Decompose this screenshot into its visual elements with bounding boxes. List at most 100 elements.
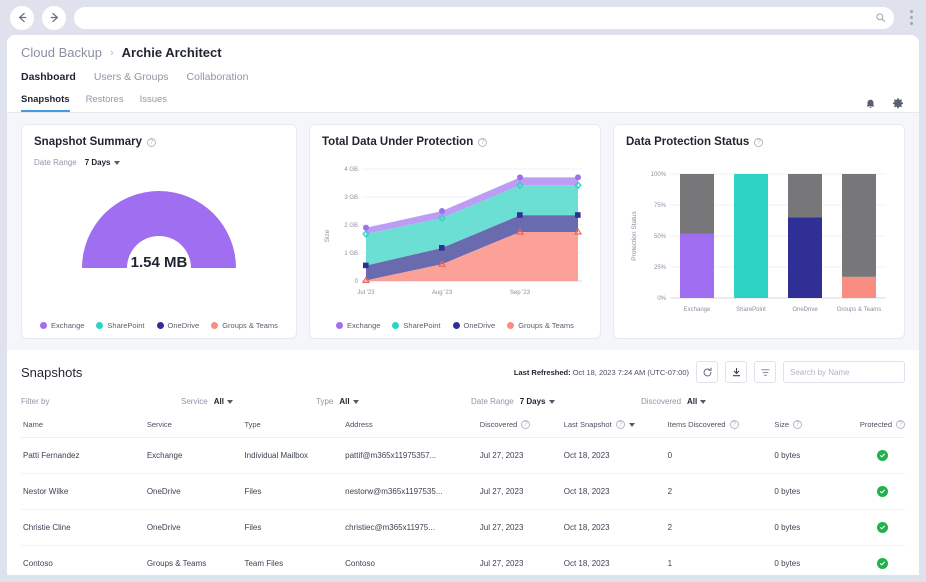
table-row[interactable]: Nestor Wilke OneDrive Files nestorw@m365…: [21, 473, 905, 510]
bar-exchange-unprotected: [680, 174, 714, 234]
card-title: Total Data Under Protection ?: [322, 136, 588, 148]
svg-text:0%: 0%: [657, 296, 666, 302]
column-label: Discovered: [479, 420, 518, 429]
card-data-protection-status: Data Protection Status ? Protection Stat…: [613, 124, 905, 339]
filter-button[interactable]: [754, 361, 776, 383]
chevron-down-icon: [226, 399, 233, 404]
download-button[interactable]: [725, 361, 747, 383]
legend-item-sharepoint[interactable]: SharePoint: [392, 321, 441, 330]
legend-item-exchange[interactable]: Exchange: [40, 321, 84, 330]
cell-name: Christie Cline: [21, 509, 147, 546]
column-header-items-discovered[interactable]: Items Discovered ?: [667, 416, 775, 438]
search-box[interactable]: [783, 361, 905, 383]
legend-item-onedrive[interactable]: OneDrive: [156, 321, 199, 330]
legend-label: SharePoint: [107, 321, 145, 330]
kebab-dot: [909, 16, 913, 19]
filter-date-range-dropdown[interactable]: 7 Days: [520, 397, 555, 406]
help-icon[interactable]: ?: [793, 420, 803, 429]
filter-discovered-dropdown[interactable]: All: [687, 397, 707, 406]
subtab-restores[interactable]: Restores: [86, 94, 124, 112]
chevron-down-icon: [548, 399, 555, 404]
svg-text:100%: 100%: [651, 172, 667, 178]
card-title: Data Protection Status ?: [626, 136, 892, 148]
application-window: Cloud Backup › Archie Architect Dashboar…: [7, 35, 919, 575]
card-title: Snapshot Summary ?: [34, 136, 284, 148]
cell-size: 0 bytes: [774, 437, 860, 474]
column-label: Type: [244, 420, 261, 429]
legend-item-groups-teams[interactable]: Groups & Teams: [507, 321, 574, 330]
subtab-issues[interactable]: Issues: [140, 94, 167, 112]
help-icon[interactable]: ?: [615, 420, 625, 429]
browser-forward-button[interactable]: [42, 5, 66, 30]
arrow-right-icon: [50, 12, 58, 23]
legend-item-groups-teams[interactable]: Groups & Teams: [211, 321, 278, 330]
help-icon[interactable]: ?: [729, 420, 739, 429]
table-header: Name Service Type Address Discovered ? L…: [21, 416, 905, 438]
cell-name: Patti Fernandez: [21, 437, 147, 474]
cell-address: Contoso: [345, 545, 480, 575]
address-bar[interactable]: [74, 6, 894, 29]
svg-text:4 GB: 4 GB: [344, 167, 358, 173]
column-header-service[interactable]: Service: [146, 416, 245, 438]
last-refreshed-label: Last Refreshed:: [513, 367, 571, 377]
filter-service[interactable]: Service All: [181, 397, 316, 406]
legend-item-sharepoint[interactable]: SharePoint: [96, 321, 145, 330]
cell-discovered: Jul 27, 2023: [479, 473, 564, 510]
column-label: Last Snapshot: [563, 420, 612, 429]
table-row[interactable]: Christie Cline OneDrive Files christiec@…: [21, 509, 905, 546]
svg-text:3 GB: 3 GB: [344, 195, 358, 201]
tab-collaboration[interactable]: Collaboration: [187, 71, 249, 85]
help-icon[interactable]: ?: [521, 420, 531, 429]
column-header-type[interactable]: Type: [244, 416, 346, 438]
filter-type-dropdown[interactable]: All: [339, 397, 359, 406]
x-axis-ticks: Jul '23 Aug '23 Sep '23: [357, 290, 530, 296]
svg-text:Aug '23: Aug '23: [432, 290, 453, 296]
column-header-discovered[interactable]: Discovered ?: [479, 416, 564, 438]
sort-descending-icon[interactable]: [628, 422, 635, 427]
help-icon[interactable]: ?: [147, 137, 156, 147]
tab-users-groups[interactable]: Users & Groups: [94, 71, 169, 85]
column-header-last-snapshot[interactable]: Last Snapshot ?: [563, 416, 668, 438]
column-header-name[interactable]: Name: [21, 416, 147, 438]
help-icon[interactable]: ?: [478, 137, 488, 147]
bar-groups-teams-protected: [842, 276, 876, 298]
legend-label: Exchange: [51, 321, 85, 330]
filter-service-dropdown[interactable]: All: [214, 397, 233, 406]
filter-type-value: All: [339, 397, 350, 406]
column-header-protected[interactable]: Protected ?: [859, 416, 905, 438]
filter-type[interactable]: Type All: [316, 397, 471, 406]
legend-swatch-icon: [392, 322, 400, 329]
refresh-button[interactable]: [696, 361, 718, 383]
legend-item-exchange[interactable]: Exchange: [336, 321, 380, 330]
column-header-size[interactable]: Size ?: [774, 416, 860, 438]
protected-check-icon: [876, 522, 888, 533]
legend-item-onedrive[interactable]: OneDrive: [452, 321, 495, 330]
browser-menu-button[interactable]: [902, 6, 920, 30]
search-input[interactable]: [790, 367, 900, 377]
bar-sharepoint-protected: [734, 174, 768, 298]
filter-discovered[interactable]: Discovered All: [641, 397, 707, 406]
column-header-address[interactable]: Address: [345, 416, 480, 438]
refresh-icon: [703, 367, 712, 376]
date-range-dropdown[interactable]: 7 Days: [85, 158, 120, 167]
date-range-value: 7 Days: [84, 158, 111, 167]
legend-swatch-icon: [336, 322, 344, 329]
help-icon[interactable]: ?: [896, 420, 905, 429]
cell-last-snapshot: Oct 18, 2023: [563, 545, 668, 575]
stacked-bar-chart: Protection Status 100% 75% 50% 25% 0% Ex…: [631, 172, 886, 313]
protected-check-icon: [876, 486, 888, 497]
help-icon[interactable]: ?: [754, 137, 764, 147]
notification-bell-icon[interactable]: [864, 98, 877, 111]
search-icon: [876, 13, 886, 23]
breadcrumb-root[interactable]: Cloud Backup: [21, 45, 102, 60]
table-row[interactable]: Patti Fernandez Exchange Individual Mail…: [21, 437, 905, 474]
browser-back-button[interactable]: [10, 5, 34, 30]
legend-swatch-icon: [211, 322, 219, 329]
cell-service: OneDrive: [146, 509, 245, 546]
filter-date-range[interactable]: Date Range 7 Days: [471, 397, 641, 406]
table-row[interactable]: Contoso Groups & Teams Team Files Contos…: [21, 545, 905, 575]
subtab-snapshots[interactable]: Snapshots: [21, 94, 70, 112]
cell-type: Team Files: [244, 545, 346, 575]
tab-dashboard[interactable]: Dashboard: [21, 71, 76, 85]
settings-gear-icon[interactable]: [891, 97, 905, 111]
